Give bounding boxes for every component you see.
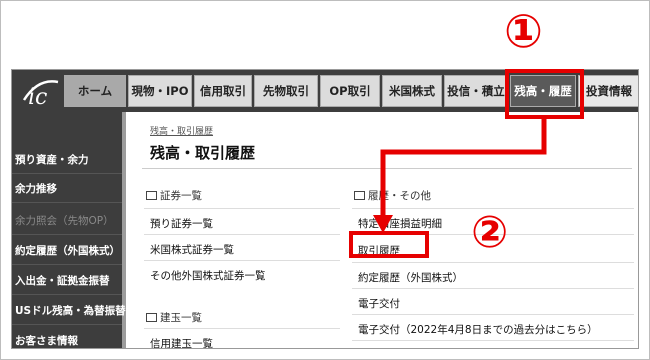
sidebar-item-buying-power-history[interactable]: 余力推移 <box>12 174 122 203</box>
logo-text: ic <box>28 85 47 110</box>
divider <box>352 340 634 341</box>
tab-spot-ipo[interactable]: 現物・IPO <box>128 75 192 107</box>
tab-home[interactable]: ホーム <box>64 75 126 107</box>
ic-logo[interactable]: ic <box>18 72 64 110</box>
positions-list-heading-text: 建玉一覧 <box>160 312 202 324</box>
divider <box>352 262 634 263</box>
divider <box>144 328 340 329</box>
highlight-balance-history-tab <box>505 69 584 119</box>
screenshot-frame: ① ic ホーム 現物・IPO 信用取引 先物取引 OP取引 米国株式 投信・積… <box>0 0 650 360</box>
tab-options[interactable]: OP取引 <box>320 75 380 107</box>
link-other-foreign-securities[interactable]: その他外国株式証券一覧 <box>150 268 266 283</box>
highlight-transaction-history-link <box>349 231 429 258</box>
tab-funds[interactable]: 投信・積立 <box>444 75 508 107</box>
sidebar-item-assets[interactable]: 預り資産・余力 <box>12 145 122 174</box>
sidebar-item-usd-balance[interactable]: USドル残高・為替振替 <box>12 296 126 325</box>
sidebar-item-foreign-executions[interactable]: 約定履歴（外国株式） <box>12 236 122 265</box>
tab-investment-info[interactable]: 投資情報 <box>578 75 638 107</box>
step-2-marker: ② <box>471 207 509 258</box>
positions-list-heading: 建玉一覧 <box>146 310 202 325</box>
link-held-securities[interactable]: 預り証券一覧 <box>150 216 213 231</box>
sidebar-item-buying-power-futures[interactable]: 余力照会（先物OP） <box>12 206 122 235</box>
link-us-stock-securities[interactable]: 米国株式証券一覧 <box>150 242 234 257</box>
divider <box>144 234 340 235</box>
section-icon <box>146 313 157 322</box>
link-foreign-executions[interactable]: 約定履歴（外国株式） <box>358 270 463 285</box>
divider <box>352 314 634 315</box>
page-title: 残高・取引履歴 <box>150 144 256 162</box>
tab-futures[interactable]: 先物取引 <box>254 75 318 107</box>
history-other-heading-text: 履歴・その他 <box>368 190 431 202</box>
sidebar-item-deposit-withdraw[interactable]: 入出金・証拠金振替 <box>12 266 122 295</box>
title-divider <box>142 168 632 169</box>
section-icon <box>146 191 157 200</box>
sidebar: 預り資産・余力 余力推移 余力照会（先物OP） 約定履歴（外国株式） 入出金・証… <box>12 112 126 348</box>
sidebar-item-customer-info[interactable]: お客さま情報 <box>12 326 122 348</box>
section-icon <box>354 191 365 200</box>
link-margin-positions[interactable]: 信用建玉一覧 <box>150 336 213 348</box>
securities-list-heading-text: 証券一覧 <box>160 190 202 202</box>
history-other-heading: 履歴・その他 <box>354 188 431 203</box>
divider <box>144 208 340 209</box>
link-electronic-delivery[interactable]: 電子交付 <box>358 296 400 311</box>
link-specific-account-pl[interactable]: 特定口座損益明細 <box>358 216 442 231</box>
tab-us-stocks[interactable]: 米国株式 <box>382 75 442 107</box>
divider <box>144 260 340 261</box>
tab-margin[interactable]: 信用取引 <box>194 75 252 107</box>
step-1-marker: ① <box>504 4 543 58</box>
divider <box>352 288 634 289</box>
securities-list-heading: 証券一覧 <box>146 188 202 203</box>
breadcrumb[interactable]: 残高・取引履歴 <box>150 124 213 137</box>
link-electronic-delivery-archive[interactable]: 電子交付（2022年4月8日までの過去分はこちら） <box>358 322 598 337</box>
